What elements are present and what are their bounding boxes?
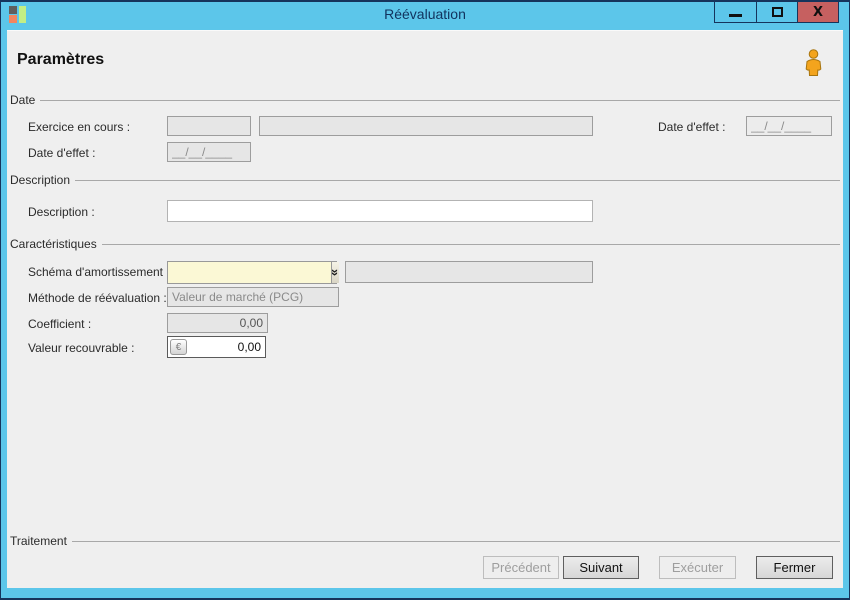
reevaluation-window: Réévaluation X Paramètres Date Exercice … <box>0 0 850 600</box>
group-caracteristiques: Caractéristiques <box>10 237 840 251</box>
euro-icon: € <box>175 341 182 353</box>
coefficient-label: Coefficient : <box>28 317 92 331</box>
window-controls: X <box>714 2 839 23</box>
dialog-body: Paramètres Date Exercice en cours : Date… <box>7 30 843 588</box>
methode-field <box>167 287 339 307</box>
close-button[interactable]: X <box>797 2 838 22</box>
euro-currency-button[interactable]: € <box>170 339 187 355</box>
methode-label: Méthode de réévaluation : <box>28 291 167 305</box>
maximize-button[interactable] <box>756 2 797 22</box>
close-icon: X <box>812 4 824 20</box>
coefficient-field <box>167 313 268 333</box>
group-description: Description <box>10 173 840 187</box>
titlebar[interactable]: Réévaluation X <box>1 2 849 28</box>
suivant-button[interactable]: Suivant <box>563 556 639 579</box>
date-effet-right-field <box>746 116 832 136</box>
exercice-label: Exercice en cours : <box>28 120 131 134</box>
page-title: Paramètres <box>17 51 105 68</box>
group-description-label: Description <box>10 173 71 187</box>
minimize-button[interactable] <box>715 2 756 22</box>
group-date: Date <box>10 93 840 107</box>
double-chevron-down-icon: » <box>328 268 344 277</box>
valeur-recouvrable-value: 0,00 <box>237 340 261 354</box>
group-traitement-line <box>71 541 840 542</box>
precedent-button: Précédent <box>483 556 559 579</box>
schema-combo-dropdown-button[interactable]: » <box>328 262 343 283</box>
group-caracteristiques-line <box>101 244 840 245</box>
group-traitement: Traitement <box>10 534 840 548</box>
schema-label: Schéma d'amortissement : <box>28 265 170 279</box>
user-icon <box>805 49 822 76</box>
schema-name-field <box>345 261 593 283</box>
date-effet-field <box>167 142 251 162</box>
maximize-icon <box>771 7 783 17</box>
description-input[interactable] <box>167 200 593 222</box>
minimize-icon <box>729 13 742 17</box>
group-description-line <box>75 180 840 181</box>
schema-combobox[interactable]: » <box>167 261 343 284</box>
date-effet-right-label: Date d'effet : <box>658 120 726 134</box>
group-date-line <box>40 100 840 101</box>
fermer-button[interactable]: Fermer <box>756 556 833 579</box>
date-effet-label: Date d'effet : <box>28 146 96 160</box>
schema-combo-input[interactable] <box>168 262 331 283</box>
exercice-code-field <box>167 116 251 136</box>
valeur-recouvrable-label: Valeur recouvrable : <box>28 341 135 355</box>
group-caracteristiques-label: Caractéristiques <box>10 237 97 251</box>
valeur-recouvrable-field[interactable]: € 0,00 <box>167 336 266 358</box>
group-traitement-label: Traitement <box>10 534 67 548</box>
description-label: Description : <box>28 205 95 219</box>
executer-button: Exécuter <box>659 556 736 579</box>
exercice-name-field <box>259 116 593 136</box>
group-date-label: Date <box>10 93 36 107</box>
